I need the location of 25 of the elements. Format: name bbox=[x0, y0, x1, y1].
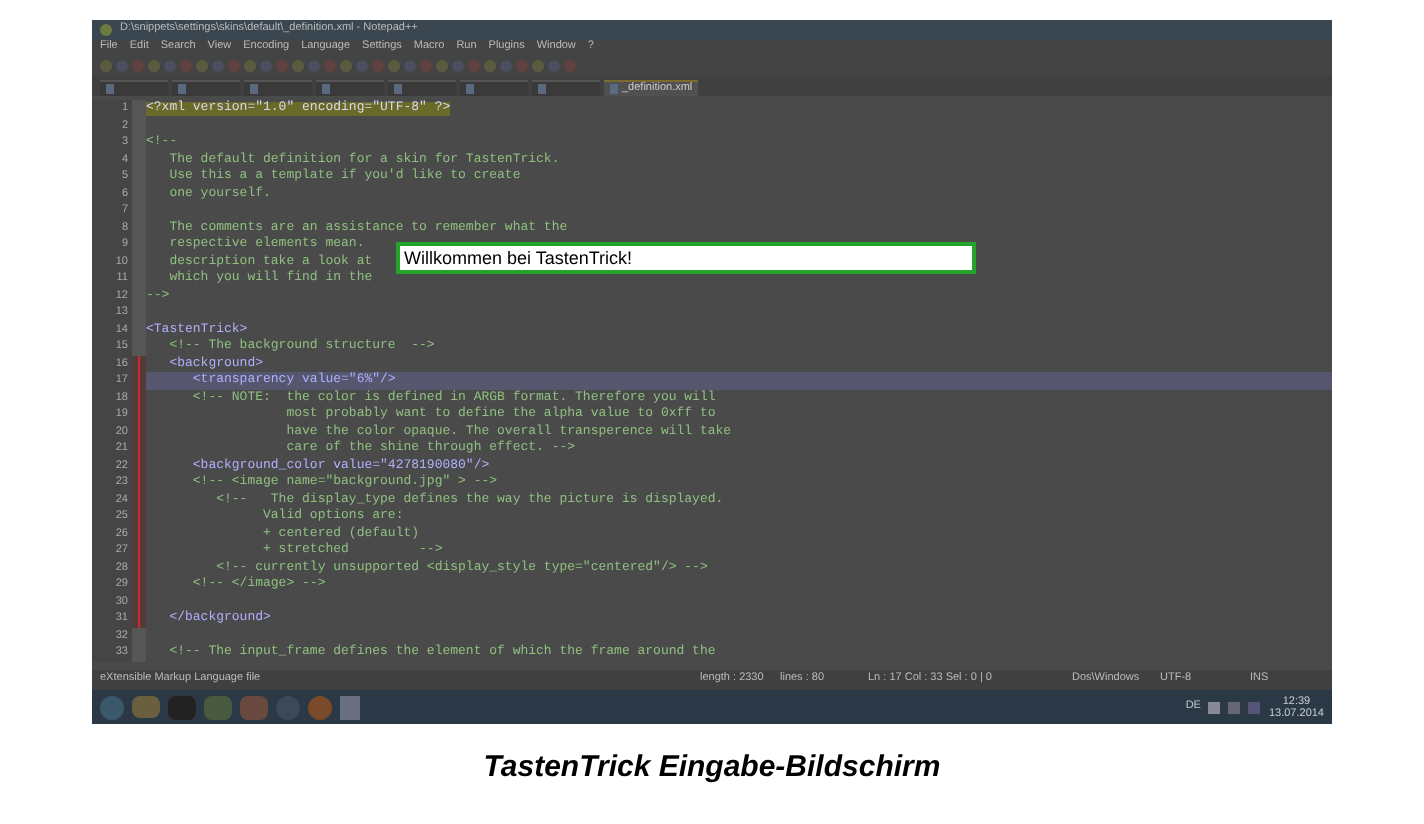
browser-icon[interactable] bbox=[308, 695, 332, 719]
file-icon bbox=[322, 84, 330, 94]
figure-caption: TastenTrick Eingabe-Bildschirm bbox=[483, 748, 941, 788]
document-icon[interactable] bbox=[340, 695, 360, 719]
app-icon[interactable] bbox=[204, 695, 232, 719]
file-icon bbox=[178, 84, 186, 94]
start-orb-icon[interactable] bbox=[100, 695, 124, 719]
tab[interactable] bbox=[100, 80, 168, 96]
file-icon bbox=[538, 84, 546, 94]
file-icon bbox=[610, 84, 618, 94]
tab[interactable] bbox=[388, 80, 456, 96]
app-icon bbox=[100, 24, 112, 36]
tab[interactable] bbox=[244, 80, 312, 96]
tab[interactable] bbox=[460, 80, 528, 96]
file-icon bbox=[106, 84, 114, 94]
app-icon[interactable] bbox=[240, 695, 268, 719]
file-icon bbox=[394, 84, 402, 94]
tab[interactable] bbox=[172, 80, 240, 96]
app-icon[interactable] bbox=[168, 695, 196, 719]
file-icon bbox=[250, 84, 258, 94]
input-field[interactable]: Willkommen bei TastenTrick! bbox=[396, 242, 976, 274]
folder-icon[interactable] bbox=[132, 696, 160, 718]
tab[interactable] bbox=[316, 80, 384, 96]
file-icon bbox=[466, 84, 474, 94]
tab[interactable] bbox=[532, 80, 600, 96]
